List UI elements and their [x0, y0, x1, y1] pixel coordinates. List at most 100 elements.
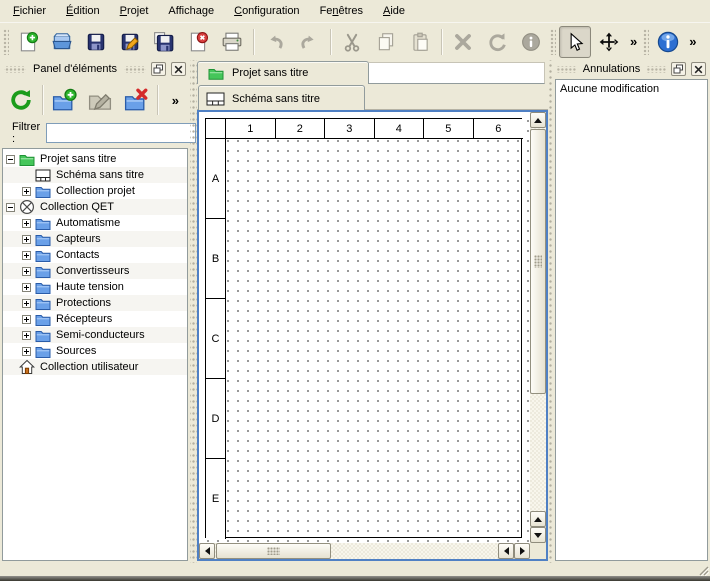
toolbar-overflow-button[interactable]: » [626, 34, 641, 49]
schema-tab-label: Schéma sans titre [232, 93, 320, 105]
float-panel-button[interactable] [671, 62, 686, 76]
delete-category-button[interactable] [120, 84, 152, 116]
expand-expander-icon[interactable] [22, 219, 31, 228]
elements-panel-titlebar[interactable]: Panel d'éléments [0, 60, 190, 78]
float-panel-button[interactable] [151, 62, 166, 76]
close-panel-button[interactable] [691, 62, 706, 76]
element-info-button[interactable] [515, 26, 547, 58]
left-splitter-handle[interactable] [190, 60, 197, 563]
about-qet-button[interactable] [652, 26, 684, 58]
filter-input[interactable] [46, 123, 196, 143]
scroll-up-button[interactable] [530, 112, 546, 128]
tree-item-label: Semi-conducteurs [56, 327, 145, 343]
tree-item-recepteurs[interactable]: Récepteurs [3, 311, 187, 327]
expand-expander-icon[interactable] [22, 235, 31, 244]
menu-affichage[interactable]: Affichage [158, 1, 224, 21]
redo-button[interactable] [293, 26, 325, 58]
horizontal-scrollbar[interactable] [199, 543, 530, 559]
scroll-left-button[interactable] [199, 543, 215, 559]
toolbar-overflow-button[interactable]: » [685, 34, 700, 49]
tree-item-convertisseurs[interactable]: Convertisseurs [3, 263, 187, 279]
close-panel-button[interactable] [171, 62, 186, 76]
delete-button[interactable] [447, 26, 479, 58]
tab-schema-sans-titre[interactable]: Schéma sans titre [198, 85, 365, 111]
tree-item-project[interactable]: Projet sans titre [3, 151, 187, 167]
titlebar-texture [557, 66, 576, 73]
expand-expander-icon[interactable] [22, 251, 31, 260]
tab-projet-sans-titre[interactable]: Projet sans titre [197, 61, 369, 84]
select-tool-button[interactable] [559, 26, 591, 58]
undo-panel-titlebar[interactable]: Annulations [553, 60, 710, 78]
cut-button[interactable] [336, 26, 368, 58]
scroll-up-button-bottom[interactable] [530, 511, 546, 527]
tree-item-haute-tension[interactable]: Haute tension [3, 279, 187, 295]
expand-expander-icon[interactable] [22, 331, 31, 340]
reload-collections-button[interactable] [5, 84, 37, 116]
new-category-button[interactable] [48, 84, 80, 116]
move-tool-button[interactable] [593, 26, 625, 58]
vertical-scrollbar-thumb[interactable] [530, 129, 546, 394]
tree-item-automatisme[interactable]: Automatisme [3, 215, 187, 231]
horizontal-scrollbar-thumb[interactable] [216, 543, 331, 559]
menu-bar: Fichier Édition Projet Affichage Configu… [0, 0, 710, 23]
menu-configuration[interactable]: Configuration [224, 1, 309, 21]
scroll-down-button[interactable] [530, 527, 546, 543]
collapse-expander-icon[interactable] [6, 203, 15, 212]
tree-item-contacts[interactable]: Contacts [3, 247, 187, 263]
thumb-grip [267, 547, 280, 555]
resize-grip-icon[interactable] [697, 564, 709, 576]
save-button[interactable] [80, 26, 112, 58]
save-as-button[interactable] [114, 26, 146, 58]
titlebar-texture [124, 66, 146, 73]
tree-item-collection-qet[interactable]: Collection QET [3, 199, 187, 215]
menu-projet[interactable]: Projet [110, 1, 159, 21]
tree-item-semi-conducteurs[interactable]: Semi-conducteurs [3, 327, 187, 343]
schema-editor-view[interactable]: 1 2 3 4 5 6 A B C D E [197, 110, 548, 561]
expand-expander-icon[interactable] [22, 187, 31, 196]
vertical-scrollbar[interactable] [530, 112, 546, 543]
tree-item-label: Schéma sans titre [56, 167, 144, 183]
scroll-right-button[interactable] [514, 543, 530, 559]
collapse-expander-icon[interactable] [6, 155, 15, 164]
rotate-button[interactable] [481, 26, 513, 58]
print-button[interactable] [216, 26, 248, 58]
edit-category-button[interactable] [84, 84, 116, 116]
expand-expander-icon[interactable] [22, 283, 31, 292]
open-project-button[interactable] [46, 26, 78, 58]
expand-expander-icon[interactable] [22, 347, 31, 356]
tree-item-schema[interactable]: Schéma sans titre [3, 167, 187, 183]
tree-item-collection-utilisateur[interactable]: Collection utilisateur [3, 359, 187, 375]
toolbar-drag-handle[interactable] [3, 29, 9, 55]
menu-edition[interactable]: Édition [56, 1, 110, 21]
undo-panel: Annulations Aucune modification [553, 60, 710, 563]
panel-overflow-button[interactable]: » [164, 93, 187, 108]
column-header: 5 [424, 119, 474, 139]
tree-item-capteurs[interactable]: Capteurs [3, 231, 187, 247]
menu-aide[interactable]: Aide [373, 1, 415, 21]
schema-canvas[interactable]: 1 2 3 4 5 6 A B C D E [199, 112, 530, 543]
expand-expander-icon[interactable] [22, 267, 31, 276]
tree-item-label: Convertisseurs [56, 263, 129, 279]
paste-button[interactable] [404, 26, 436, 58]
scroll-left-button-right[interactable] [498, 543, 514, 559]
expand-expander-icon[interactable] [22, 299, 31, 308]
toolbar-drag-handle[interactable] [550, 29, 556, 55]
save-all-button[interactable] [148, 26, 180, 58]
undo-button[interactable] [259, 26, 291, 58]
menu-fichier[interactable]: Fichier [3, 1, 56, 21]
row-header: D [206, 379, 226, 459]
new-project-button[interactable] [12, 26, 44, 58]
copy-button[interactable] [370, 26, 402, 58]
toolbar-drag-handle[interactable] [643, 29, 649, 55]
close-project-button[interactable] [182, 26, 214, 58]
tree-item-protections[interactable]: Protections [3, 295, 187, 311]
folder-icon [35, 215, 51, 231]
undo-list-item[interactable]: Aucune modification [560, 82, 703, 97]
expand-expander-icon[interactable] [22, 315, 31, 324]
column-header: 3 [325, 119, 375, 139]
menu-fenetres[interactable]: Fenêtres [310, 1, 373, 21]
tree-item-collection-projet[interactable]: Collection projet [3, 183, 187, 199]
undo-history-list[interactable]: Aucune modification [555, 79, 708, 561]
tree-item-sources[interactable]: Sources [3, 343, 187, 359]
folder-icon [35, 295, 51, 311]
